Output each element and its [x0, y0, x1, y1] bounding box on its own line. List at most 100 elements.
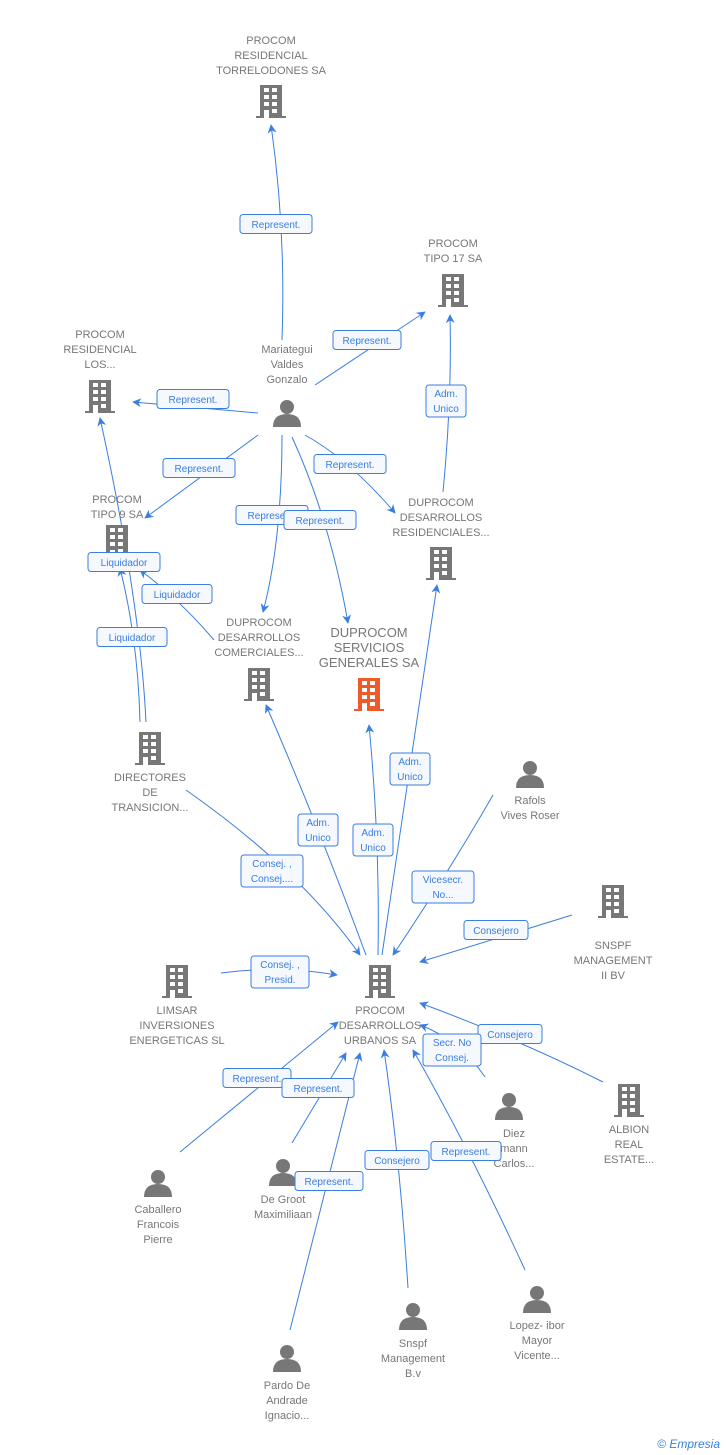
node-label: DUPROCOM: [226, 617, 291, 629]
relation-badge[interactable]: Liquidador: [141, 584, 213, 604]
node-label: PROCOM: [428, 238, 478, 250]
company-node[interactable]: PROCOM DESARROLLOS URBANOS SA: [339, 965, 422, 1047]
relation-badge[interactable]: Adm. Unico: [297, 813, 339, 847]
node-label: ALBION: [609, 1124, 649, 1136]
company-node[interactable]: ALBION REAL ESTATE...: [604, 1084, 654, 1166]
node-label: ESTATE...: [604, 1154, 654, 1166]
node-label: Mayor: [522, 1335, 553, 1347]
relation-badge[interactable]: Represent.: [222, 1068, 292, 1088]
network-diagram: PROCOM RESIDENCIAL TORRELODONES SA PROCOM TI…: [63, 35, 654, 1422]
person-node[interactable]: Pardo De Andrade Ignacio...: [264, 1345, 310, 1422]
company-node[interactable]: PROCOM RESIDENCIAL TORRELODONES SA: [216, 35, 327, 118]
footer-brand: © Empresia: [657, 1437, 720, 1451]
node-label: URBANOS SA: [344, 1035, 417, 1047]
node-label: Ignacio...: [265, 1410, 310, 1422]
person-node[interactable]: Snspf Management B.v: [381, 1303, 445, 1380]
person-node[interactable]: Rafols Vives Roser: [500, 761, 560, 822]
node-label: Vicente...: [514, 1350, 560, 1362]
building-icon: [244, 668, 274, 701]
relation-label: Consej....: [251, 874, 293, 885]
node-label: DUPROCOM: [408, 497, 473, 509]
relation-badge[interactable]: Consej. , Presid.: [250, 955, 310, 989]
relation-badge[interactable]: Liquidador: [87, 552, 161, 572]
person-icon: [399, 1303, 427, 1330]
relation-label: Secr. No: [433, 1038, 472, 1049]
relation-badge[interactable]: Consej. , Consej....: [240, 854, 304, 888]
relation-label: Represent.: [175, 464, 224, 475]
node-label: II BV: [601, 970, 626, 982]
person-node[interactable]: Lopez- ibor Mayor Vicente...: [509, 1286, 565, 1362]
relation-badge[interactable]: Vicesecr. No...: [411, 870, 475, 904]
company-node[interactable]: PROCOM TIPO 17 SA: [424, 238, 483, 307]
relation-badge[interactable]: Represent.: [294, 1171, 364, 1191]
node-label: LOS...: [84, 359, 115, 371]
person-node[interactable]: Mariategui Valdes Gonzalo: [261, 344, 313, 427]
building-icon: [85, 380, 115, 413]
building-icon: [426, 547, 456, 580]
node-label: TIPO 17 SA: [424, 253, 483, 265]
node-label: PROCOM: [355, 1005, 405, 1017]
node-label: Valdes: [271, 359, 304, 371]
person-icon: [523, 1286, 551, 1313]
relation-label: Represent.: [233, 1074, 282, 1085]
relation-badge[interactable]: Represent.: [332, 330, 402, 350]
company-node[interactable]: PROCOM TIPO 9 SA: [91, 494, 144, 558]
node-label: TRANSICION...: [111, 802, 188, 814]
relation-label: Represent.: [252, 220, 301, 231]
person-icon: [144, 1170, 172, 1197]
relation-label: Adm.: [434, 389, 457, 400]
relation-badge[interactable]: Consejero: [477, 1024, 543, 1044]
node-label: GENERALES SA: [319, 655, 420, 670]
relation-badge[interactable]: Represent.: [156, 389, 230, 409]
company-node[interactable]: DIRECTORES DE TRANSICION...: [111, 732, 189, 814]
company-node[interactable]: PROCOM RESIDENCIAL LOS...: [63, 329, 137, 413]
relation-label: Represent.: [296, 516, 345, 527]
relation-label: Unico: [397, 772, 423, 783]
node-label: RESIDENCIAL: [63, 344, 136, 356]
relation-label: Consej. ,: [260, 960, 299, 971]
node-label: DESARROLLOS: [400, 512, 483, 524]
relation-badge[interactable]: Represent.: [162, 458, 236, 478]
relation-badge[interactable]: Secr. No Consej.: [422, 1033, 482, 1067]
relation-label: Liquidador: [154, 590, 201, 601]
building-icon: [162, 965, 192, 998]
node-label: Snspf: [399, 1338, 428, 1350]
relation-badge[interactable]: Consejero: [364, 1150, 430, 1170]
relation-label: No...: [432, 890, 453, 901]
relation-badge[interactable]: Represent.: [430, 1141, 502, 1161]
company-node[interactable]: DUPROCOM DESARROLLOS RESIDENCIALES...: [392, 497, 490, 580]
building-icon: [438, 274, 468, 307]
relation-label: Consejero: [473, 926, 519, 937]
node-label: LIMSAR: [157, 1005, 198, 1017]
relation-badge[interactable]: Adm. Unico: [352, 823, 394, 857]
company-node[interactable]: DUPROCOMSERVICIOSGENERALES SA: [319, 625, 420, 711]
node-label: PROCOM: [246, 35, 296, 47]
relation-label: Consejero: [487, 1030, 533, 1041]
company-node[interactable]: LIMSAR INVERSIONES ENERGETICAS SL: [129, 965, 225, 1047]
relation-badge[interactable]: Liquidador: [96, 627, 168, 647]
relation-badge[interactable]: Represent.: [281, 1078, 355, 1098]
relation-label: Vicesecr.: [423, 875, 463, 886]
node-label: Pierre: [143, 1234, 172, 1246]
node-label: SNSPF: [595, 940, 632, 952]
node-label: DIRECTORES: [114, 772, 186, 784]
company-node[interactable]: SNSPF MANAGEMENT II BV: [574, 885, 653, 982]
node-label: INVERSIONES: [139, 1020, 214, 1032]
relation-badge[interactable]: Represent.: [313, 454, 387, 474]
node-label: TIPO 9 SA: [91, 509, 144, 521]
relation-label: Unico: [433, 404, 459, 415]
relation-badge[interactable]: Represent.: [283, 510, 357, 530]
relation-badge[interactable]: Adm. Unico: [389, 752, 431, 786]
relation-badge[interactable]: Consejero: [463, 920, 529, 940]
node-label: PROCOM: [92, 494, 142, 506]
relation-badge[interactable]: Represent.: [239, 214, 313, 234]
relation-label: Represent.: [343, 336, 392, 347]
node-label: TORRELODONES SA: [216, 65, 326, 77]
node-label: PROCOM: [75, 329, 125, 341]
person-node[interactable]: Caballero Francois Pierre: [134, 1170, 182, 1246]
node-label: SERVICIOS: [334, 640, 405, 655]
relation-badge[interactable]: Adm. Unico: [425, 384, 467, 418]
relation-label: Represent.: [294, 1084, 343, 1095]
node-label: Vives Roser: [500, 810, 559, 822]
company-node[interactable]: DUPROCOM DESARROLLOS COMERCIALES...: [214, 617, 304, 701]
